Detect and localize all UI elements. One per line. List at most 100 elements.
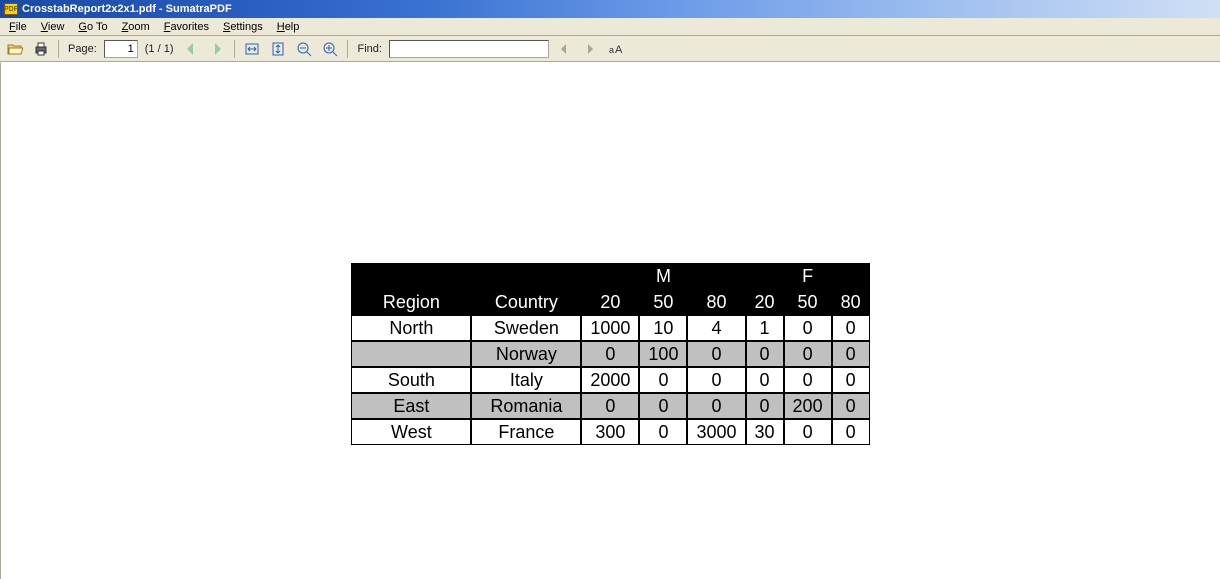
cell-region: [351, 341, 471, 367]
cell-value: 1: [746, 315, 784, 341]
cell-value: 0: [784, 419, 832, 445]
fit-width-icon: [244, 41, 260, 57]
open-button[interactable]: [4, 38, 26, 60]
cell-value: 0: [687, 393, 745, 419]
arrow-left-icon: [183, 41, 199, 57]
next-page-button[interactable]: [206, 38, 228, 60]
chevron-left-icon: [556, 41, 572, 57]
cell-region: North: [351, 315, 471, 341]
cell-value: 0: [784, 315, 832, 341]
menu-file[interactable]: File: [2, 19, 34, 35]
cell-value: 2000: [581, 367, 639, 393]
menu-settings[interactable]: Settings: [216, 19, 270, 35]
svg-text:a: a: [609, 45, 614, 55]
cell-value: 0: [832, 341, 870, 367]
cell-value: 200: [784, 393, 832, 419]
cell-value: 0: [639, 393, 687, 419]
table-body: North Sweden 1000 10 4 1 0 0 Norway 0 10…: [351, 315, 869, 445]
cell-value: 4: [687, 315, 745, 341]
header-blank: [471, 263, 581, 289]
cell-value: 300: [581, 419, 639, 445]
cell-value: 3000: [687, 419, 745, 445]
match-case-icon: aA: [608, 41, 624, 57]
cell-region: West: [351, 419, 471, 445]
header-blank: [351, 263, 471, 289]
menu-favorites[interactable]: Favorites: [157, 19, 216, 35]
printer-icon: [33, 41, 49, 57]
cell-value: 0: [746, 367, 784, 393]
page-input[interactable]: [104, 40, 138, 58]
match-case-button[interactable]: aA: [605, 38, 627, 60]
zoom-in-icon: [322, 41, 338, 57]
cell-value: 0: [687, 367, 745, 393]
cell-country: Norway: [471, 341, 581, 367]
cell-value: 10: [639, 315, 687, 341]
cell-value: 0: [832, 315, 870, 341]
table-row: Norway 0 100 0 0 0 0: [351, 341, 869, 367]
cell-value: 30: [746, 419, 784, 445]
zoom-out-button[interactable]: [293, 38, 315, 60]
table-row: South Italy 2000 0 0 0 0 0: [351, 367, 869, 393]
cell-value: 0: [639, 419, 687, 445]
cell-value: 100: [639, 341, 687, 367]
find-prev-button[interactable]: [553, 38, 575, 60]
menubar: File View Go To Zoom Favorites Settings …: [0, 18, 1220, 36]
print-button[interactable]: [30, 38, 52, 60]
header-sub: 50: [639, 289, 687, 315]
fit-page-button[interactable]: [267, 38, 289, 60]
chevron-right-icon: [582, 41, 598, 57]
table-row: West France 300 0 3000 30 0 0: [351, 419, 869, 445]
fit-width-button[interactable]: [241, 38, 263, 60]
cell-value: 0: [746, 341, 784, 367]
find-next-button[interactable]: [579, 38, 601, 60]
header-sub: 50: [784, 289, 832, 315]
folder-open-icon: [7, 41, 23, 57]
header-row-cols: Region Country 20 50 80 20 50 80: [351, 289, 869, 315]
header-region: Region: [351, 289, 471, 315]
arrow-right-icon: [209, 41, 225, 57]
cell-value: 0: [832, 393, 870, 419]
cell-value: 0: [832, 419, 870, 445]
menu-view[interactable]: View: [34, 19, 72, 35]
cell-value: 0: [639, 367, 687, 393]
header-sub: 80: [687, 289, 745, 315]
cell-value: 0: [784, 367, 832, 393]
cell-value: 0: [832, 367, 870, 393]
cell-value: 0: [687, 341, 745, 367]
menu-help[interactable]: Help: [270, 19, 307, 35]
document-view[interactable]: M F Region Country 20 50 80 20 50 80 Nor…: [0, 62, 1220, 579]
find-label: Find:: [354, 43, 384, 55]
prev-page-button[interactable]: [180, 38, 202, 60]
cell-value: 0: [746, 393, 784, 419]
fit-page-icon: [270, 41, 286, 57]
titlebar: PDF CrosstabReport2x2x1.pdf - SumatraPDF: [0, 0, 1220, 18]
cell-country: Sweden: [471, 315, 581, 341]
zoom-in-button[interactable]: [319, 38, 341, 60]
cell-country: France: [471, 419, 581, 445]
header-row-groups: M F: [351, 263, 869, 289]
menu-zoom[interactable]: Zoom: [115, 19, 157, 35]
find-input[interactable]: [389, 40, 549, 58]
cell-value: 0: [784, 341, 832, 367]
toolbar-separator: [347, 40, 348, 58]
cell-country: Italy: [471, 367, 581, 393]
cell-region: South: [351, 367, 471, 393]
page-count-label: (1 / 1): [142, 43, 177, 55]
menu-goto[interactable]: Go To: [71, 19, 114, 35]
cell-value: 1000: [581, 315, 639, 341]
window-title: CrosstabReport2x2x1.pdf - SumatraPDF: [22, 3, 232, 15]
toolbar-separator: [234, 40, 235, 58]
table-row: East Romania 0 0 0 0 200 0: [351, 393, 869, 419]
app-icon: PDF: [4, 3, 18, 15]
header-sub: 80: [832, 289, 870, 315]
toolbar-separator: [58, 40, 59, 58]
cell-country: Romania: [471, 393, 581, 419]
header-group-m: M: [581, 263, 745, 289]
header-sub: 20: [746, 289, 784, 315]
page-label: Page:: [65, 43, 100, 55]
cell-value: 0: [581, 341, 639, 367]
table-row: North Sweden 1000 10 4 1 0 0: [351, 315, 869, 341]
toolbar: Page: (1 / 1) Find: aA: [0, 36, 1220, 62]
header-country: Country: [471, 289, 581, 315]
cell-region: East: [351, 393, 471, 419]
